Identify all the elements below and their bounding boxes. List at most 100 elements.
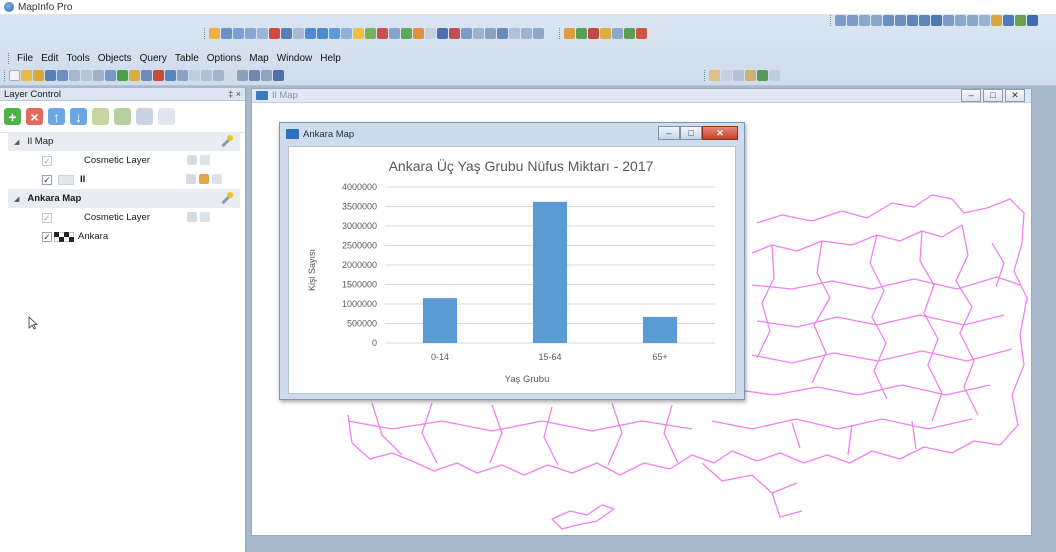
move-down-icon[interactable]: ↓: [70, 108, 87, 125]
toolbar-grip[interactable]: [559, 28, 562, 39]
save-table-icon[interactable]: [45, 70, 56, 81]
find-icon[interactable]: [521, 28, 532, 39]
set-clip-icon[interactable]: [461, 28, 472, 39]
selectable-icon[interactable]: [200, 155, 210, 165]
zoom-in-icon[interactable]: [305, 28, 316, 39]
redraw-icon[interactable]: [533, 28, 544, 39]
menu-options[interactable]: Options: [203, 53, 245, 64]
editable-icon[interactable]: [187, 155, 197, 165]
line-style-icon[interactable]: [979, 15, 990, 26]
invert-select-icon[interactable]: [281, 28, 292, 39]
polygon-icon[interactable]: [883, 15, 894, 26]
info-window-icon[interactable]: [249, 70, 260, 81]
remove-layer-icon[interactable]: ×: [26, 108, 43, 125]
menu-edit[interactable]: Edit: [37, 53, 62, 64]
catalog-icon[interactable]: [636, 28, 647, 39]
change-view-icon[interactable]: [329, 28, 340, 39]
polygon-select-icon[interactable]: [245, 28, 256, 39]
layer-style-swatch[interactable]: [58, 174, 74, 185]
help-icon[interactable]: [600, 28, 611, 39]
collapse-triangle-icon[interactable]: ◢: [14, 138, 19, 146]
open-workspace-icon[interactable]: [33, 70, 44, 81]
ruler-icon[interactable]: [377, 28, 388, 39]
web-services-icon[interactable]: [769, 70, 780, 81]
clip-region-icon[interactable]: [449, 28, 460, 39]
layer-row-il[interactable]: ✓ Il: [8, 170, 240, 189]
minimize-button[interactable]: –: [961, 89, 981, 102]
layer-visibility-checkbox[interactable]: ✓: [42, 155, 52, 166]
graph-window-icon[interactable]: [213, 70, 224, 81]
layer-visibility-checkbox[interactable]: ✓: [42, 174, 52, 185]
paste-icon[interactable]: [105, 70, 116, 81]
editable-icon[interactable]: [187, 212, 197, 222]
restore-button[interactable]: □: [983, 89, 1003, 102]
new-table-icon[interactable]: [9, 70, 20, 81]
pan-icon[interactable]: [341, 28, 352, 39]
statistics-icon[interactable]: [437, 28, 448, 39]
save-workspace-icon[interactable]: [57, 70, 68, 81]
label-options-icon[interactable]: [136, 108, 153, 125]
map-node-il-map[interactable]: ◢ Il Map: [8, 132, 240, 151]
chart-area[interactable]: Ankara Üç Yaş Grubu Nüfus Miktarı - 2017…: [288, 146, 736, 394]
hotlink-icon[interactable]: [401, 28, 412, 39]
layout-window-icon[interactable]: [225, 70, 236, 81]
symbol-style-icon[interactable]: [1003, 15, 1014, 26]
checkmark-icon[interactable]: [757, 70, 768, 81]
radius-select-icon[interactable]: [233, 28, 244, 39]
draw-tool-icon[interactable]: [1027, 15, 1038, 26]
new-redistrict-icon[interactable]: [177, 70, 188, 81]
menu-table[interactable]: Table: [171, 53, 203, 64]
scale-bar-icon[interactable]: [497, 28, 508, 39]
map-options-wand-icon[interactable]: [220, 191, 234, 205]
symbol-icon[interactable]: [835, 15, 846, 26]
statistics-window-icon[interactable]: [237, 70, 248, 81]
new-grapher-icon[interactable]: [153, 70, 164, 81]
marquee-select-icon[interactable]: [221, 28, 232, 39]
minimize-button[interactable]: –: [658, 126, 680, 140]
menu-help[interactable]: Help: [316, 53, 345, 64]
move-up-icon[interactable]: ↑: [48, 108, 65, 125]
add-layer-icon[interactable]: +: [4, 108, 21, 125]
db-connect-icon[interactable]: [721, 70, 732, 81]
style-override-icon[interactable]: [158, 108, 175, 125]
rounded-rectangle-icon[interactable]: [919, 15, 930, 26]
universal-translator-icon[interactable]: [612, 28, 623, 39]
autolabel-icon[interactable]: [212, 174, 222, 184]
ellipse-icon[interactable]: [895, 15, 906, 26]
reshape-icon[interactable]: [955, 15, 966, 26]
show-coordinates-icon[interactable]: [485, 28, 496, 39]
message-window-icon[interactable]: [273, 70, 284, 81]
polyline-icon[interactable]: [859, 15, 870, 26]
ruler-window-icon[interactable]: [261, 70, 272, 81]
region-style-icon[interactable]: [991, 15, 1002, 26]
panel-pin-close[interactable]: ‡ ×: [228, 89, 241, 99]
rectangle-icon[interactable]: [907, 15, 918, 26]
layer-row-cosmetic[interactable]: ✓ Cosmetic Layer: [8, 151, 240, 170]
map-window-titlebar[interactable]: Il Map – □ ✕: [252, 89, 1031, 103]
layer-row-ankara[interactable]: ✓ Ankara: [8, 227, 240, 246]
layer-properties-icon[interactable]: [92, 108, 109, 125]
browser-window-icon[interactable]: [201, 70, 212, 81]
tool-icon[interactable]: [588, 28, 599, 39]
collapse-triangle-icon[interactable]: ◢: [14, 195, 19, 203]
checkered-layer-style-icon[interactable]: [54, 231, 74, 242]
map-window-icon[interactable]: [189, 70, 200, 81]
toolbar-grip[interactable]: [830, 15, 833, 26]
layer-row-cosmetic[interactable]: ✓ Cosmetic Layer: [8, 208, 240, 227]
info-icon[interactable]: [389, 28, 400, 39]
menu-window[interactable]: Window: [273, 53, 317, 64]
sql-icon[interactable]: [745, 70, 756, 81]
new-mapper-icon[interactable]: [129, 70, 140, 81]
toolbar-grip[interactable]: [4, 70, 7, 81]
restore-button[interactable]: □: [680, 126, 702, 140]
layer-visibility-checkbox[interactable]: ✓: [42, 231, 52, 242]
copy-icon[interactable]: [93, 70, 104, 81]
layer-control-icon[interactable]: [413, 28, 424, 39]
layer-visibility-checkbox[interactable]: ✓: [42, 212, 52, 223]
close-button[interactable]: ✕: [1005, 89, 1025, 102]
new-browser-icon[interactable]: [141, 70, 152, 81]
frame-icon[interactable]: [943, 15, 954, 26]
menu-query[interactable]: Query: [136, 53, 171, 64]
legend-icon[interactable]: [425, 28, 436, 39]
map-options-wand-icon[interactable]: [220, 134, 234, 148]
